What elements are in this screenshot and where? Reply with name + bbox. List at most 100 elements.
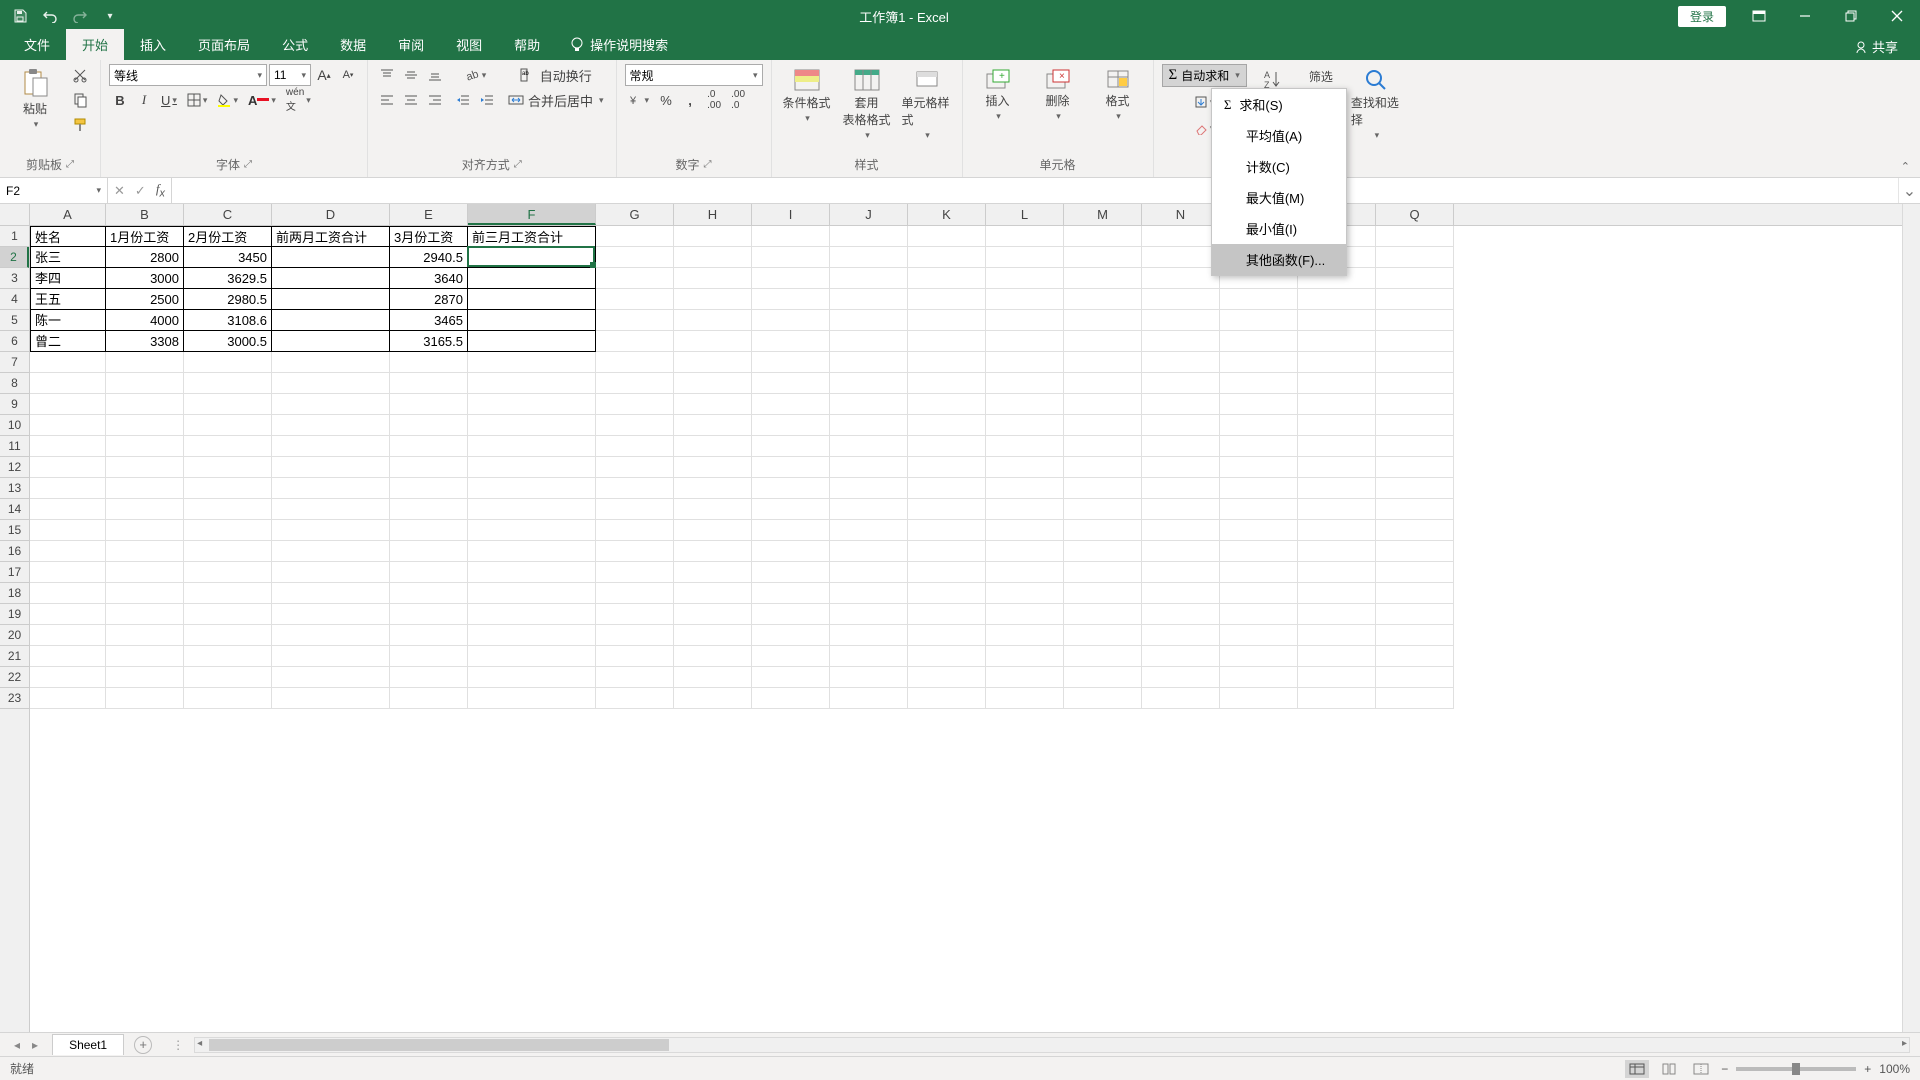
col-header[interactable]: H <box>674 204 752 225</box>
menu-more-functions[interactable]: 其他函数(F)... <box>1212 244 1346 275</box>
number-format-select[interactable]: 常规▾ <box>625 64 763 86</box>
cell[interactable] <box>390 541 468 562</box>
cell[interactable]: 3450 <box>184 247 272 268</box>
row-header[interactable]: 4 <box>0 289 29 310</box>
cell[interactable] <box>184 457 272 478</box>
cell[interactable] <box>1220 688 1298 709</box>
cell[interactable]: 张三 <box>30 247 106 268</box>
cell[interactable] <box>674 604 752 625</box>
find-select-button[interactable]: 查找和选择▾ <box>1349 64 1403 145</box>
cell[interactable] <box>908 562 986 583</box>
cell[interactable] <box>830 310 908 331</box>
cell[interactable] <box>908 499 986 520</box>
cell[interactable] <box>1298 667 1376 688</box>
cell[interactable] <box>272 352 390 373</box>
cell[interactable]: 3月份工资 <box>390 226 468 247</box>
cell[interactable] <box>272 436 390 457</box>
cell[interactable] <box>908 520 986 541</box>
cell[interactable] <box>1142 646 1220 667</box>
close-icon[interactable] <box>1874 0 1920 32</box>
cell[interactable] <box>986 667 1064 688</box>
cell[interactable] <box>986 583 1064 604</box>
row-header[interactable]: 5 <box>0 310 29 331</box>
enter-icon[interactable]: ✓ <box>135 183 146 199</box>
cell[interactable] <box>674 562 752 583</box>
cell[interactable] <box>1298 331 1376 352</box>
cell[interactable] <box>468 415 596 436</box>
cell[interactable] <box>1298 436 1376 457</box>
cell[interactable] <box>1298 289 1376 310</box>
cell[interactable] <box>1376 604 1454 625</box>
cell[interactable] <box>1298 394 1376 415</box>
cell[interactable] <box>1220 436 1298 457</box>
tab-formulas[interactable]: 公式 <box>266 29 324 60</box>
cell[interactable] <box>830 289 908 310</box>
cell[interactable] <box>674 268 752 289</box>
cell[interactable] <box>1064 478 1142 499</box>
cell[interactable] <box>30 688 106 709</box>
cell[interactable] <box>30 604 106 625</box>
row-header[interactable]: 13 <box>0 478 29 499</box>
cell[interactable] <box>830 499 908 520</box>
fill-color-button[interactable]: ▾ <box>213 89 242 111</box>
cell[interactable] <box>468 289 596 310</box>
cell[interactable] <box>468 688 596 709</box>
cell[interactable] <box>830 247 908 268</box>
formula-input[interactable] <box>172 178 1898 203</box>
cell[interactable] <box>1376 436 1454 457</box>
col-header[interactable]: N <box>1142 204 1220 225</box>
autosum-button[interactable]: Σ 自动求和 ▾ <box>1162 64 1247 87</box>
cell[interactable] <box>908 415 986 436</box>
cell[interactable]: 前三月工资合计 <box>468 226 596 247</box>
cell[interactable] <box>1376 646 1454 667</box>
page-break-view-icon[interactable] <box>1689 1060 1713 1078</box>
cell[interactable] <box>30 625 106 646</box>
cell[interactable]: 王五 <box>30 289 106 310</box>
cell[interactable] <box>1064 457 1142 478</box>
menu-count[interactable]: 计数(C) <box>1212 151 1346 182</box>
normal-view-icon[interactable] <box>1625 1060 1649 1078</box>
cell[interactable] <box>184 373 272 394</box>
cell[interactable] <box>674 373 752 394</box>
cell[interactable] <box>272 394 390 415</box>
cell[interactable] <box>468 541 596 562</box>
cell[interactable] <box>1064 247 1142 268</box>
cell[interactable] <box>1376 520 1454 541</box>
cell[interactable] <box>390 436 468 457</box>
cell[interactable] <box>468 625 596 646</box>
cell[interactable]: 2月份工资 <box>184 226 272 247</box>
format-table-button[interactable]: 套用 表格格式▾ <box>840 64 894 145</box>
cell[interactable] <box>1376 667 1454 688</box>
cell[interactable] <box>272 541 390 562</box>
zoom-out-icon[interactable]: − <box>1721 1062 1728 1076</box>
cell[interactable] <box>184 478 272 499</box>
cell[interactable] <box>1142 436 1220 457</box>
cell[interactable] <box>30 667 106 688</box>
fx-icon[interactable]: fx <box>156 181 165 200</box>
cell[interactable] <box>596 373 674 394</box>
col-header[interactable]: F <box>468 204 596 225</box>
tab-review[interactable]: 审阅 <box>382 29 440 60</box>
cell[interactable]: 3000 <box>106 268 184 289</box>
cell[interactable] <box>752 520 830 541</box>
save-icon[interactable] <box>6 4 34 28</box>
dialog-launcher-icon[interactable]: ⤢ <box>704 159 712 170</box>
tell-me-search[interactable]: 操作说明搜索 <box>556 29 682 60</box>
cell[interactable] <box>752 289 830 310</box>
cell-styles-button[interactable]: 单元格样式▾ <box>900 64 954 145</box>
cell[interactable] <box>752 394 830 415</box>
cell[interactable] <box>390 415 468 436</box>
cell[interactable] <box>1376 373 1454 394</box>
col-header[interactable]: Q <box>1376 204 1454 225</box>
row-header[interactable]: 20 <box>0 625 29 646</box>
cell[interactable] <box>272 688 390 709</box>
row-header[interactable]: 11 <box>0 436 29 457</box>
cell[interactable] <box>596 688 674 709</box>
cell[interactable] <box>1142 667 1220 688</box>
row-header[interactable]: 10 <box>0 415 29 436</box>
cell[interactable] <box>752 583 830 604</box>
sheet-tab[interactable]: Sheet1 <box>52 1034 124 1055</box>
restore-icon[interactable] <box>1828 0 1874 32</box>
cell[interactable] <box>1298 478 1376 499</box>
cell[interactable]: 李四 <box>30 268 106 289</box>
